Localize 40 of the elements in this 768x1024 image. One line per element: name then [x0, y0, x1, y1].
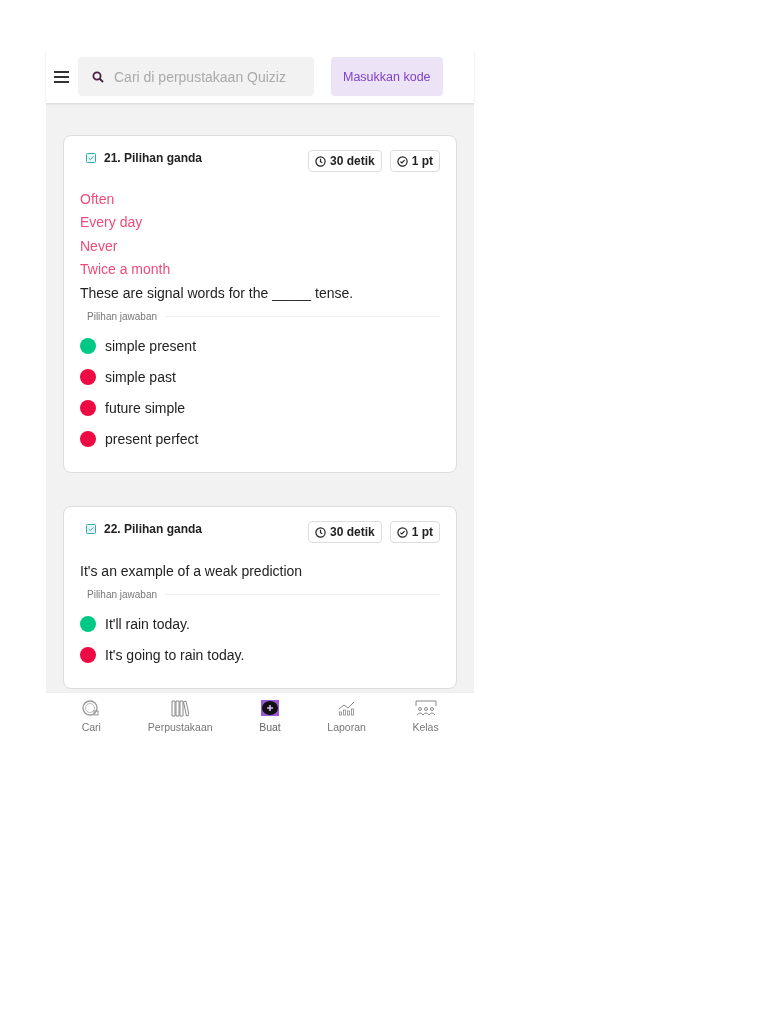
books-icon	[171, 699, 190, 717]
checkbox-icon	[86, 153, 96, 163]
nav-tab[interactable]: Laporan	[323, 699, 370, 739]
answer-option: present perfect	[105, 430, 199, 447]
search-field[interactable]: Cari di perpustakaan Quiziz	[78, 57, 314, 96]
nav-tab[interactable]: Kelas	[408, 699, 443, 739]
question-title: 21. Pilihan ganda	[104, 151, 203, 165]
question-text: It's an example of a weak prediction	[80, 562, 304, 582]
menu-icon[interactable]	[54, 69, 69, 84]
clock-icon	[314, 526, 326, 538]
classroom-icon	[414, 700, 437, 716]
answer-option: It'll rain today.	[105, 615, 190, 632]
signal-word: Often	[80, 190, 116, 209]
answer-option: simple present	[105, 337, 197, 354]
chart-icon	[337, 700, 356, 716]
plus-icon	[260, 700, 279, 716]
search-icon	[81, 699, 102, 717]
points-badge: 1 pt	[389, 521, 440, 544]
answer-option: simple past	[105, 368, 176, 385]
signal-word: Never	[80, 236, 119, 256]
nav-tab[interactable]: Cari	[77, 699, 106, 739]
signal-word: Twice a month	[80, 259, 172, 279]
join-code-button[interactable]: Masukkan kode	[331, 57, 443, 96]
answers-label: Pilihan jawaban	[87, 311, 158, 323]
answer-option: future simple	[105, 399, 186, 416]
check-circle-icon	[396, 526, 408, 538]
question-title: 22. Pilihan ganda	[104, 522, 203, 537]
search-icon	[92, 71, 104, 83]
points-badge: 1 pt	[389, 150, 440, 172]
signal-word: Every day	[80, 213, 144, 233]
answers-label: Pilihan jawaban	[87, 589, 158, 601]
answer-option: It's going to rain today.	[105, 646, 245, 663]
time-badge: 30 detik	[307, 150, 382, 172]
nav-tab[interactable]: Buat	[255, 699, 285, 739]
time-badge: 30 detik	[307, 521, 382, 544]
nav-tab[interactable]: Perpustakaan	[143, 699, 217, 739]
check-circle-icon	[396, 155, 408, 167]
clock-icon	[314, 155, 326, 167]
question-text: These are signal words for the _____ tense.	[80, 284, 355, 304]
checkbox-icon	[86, 524, 96, 535]
